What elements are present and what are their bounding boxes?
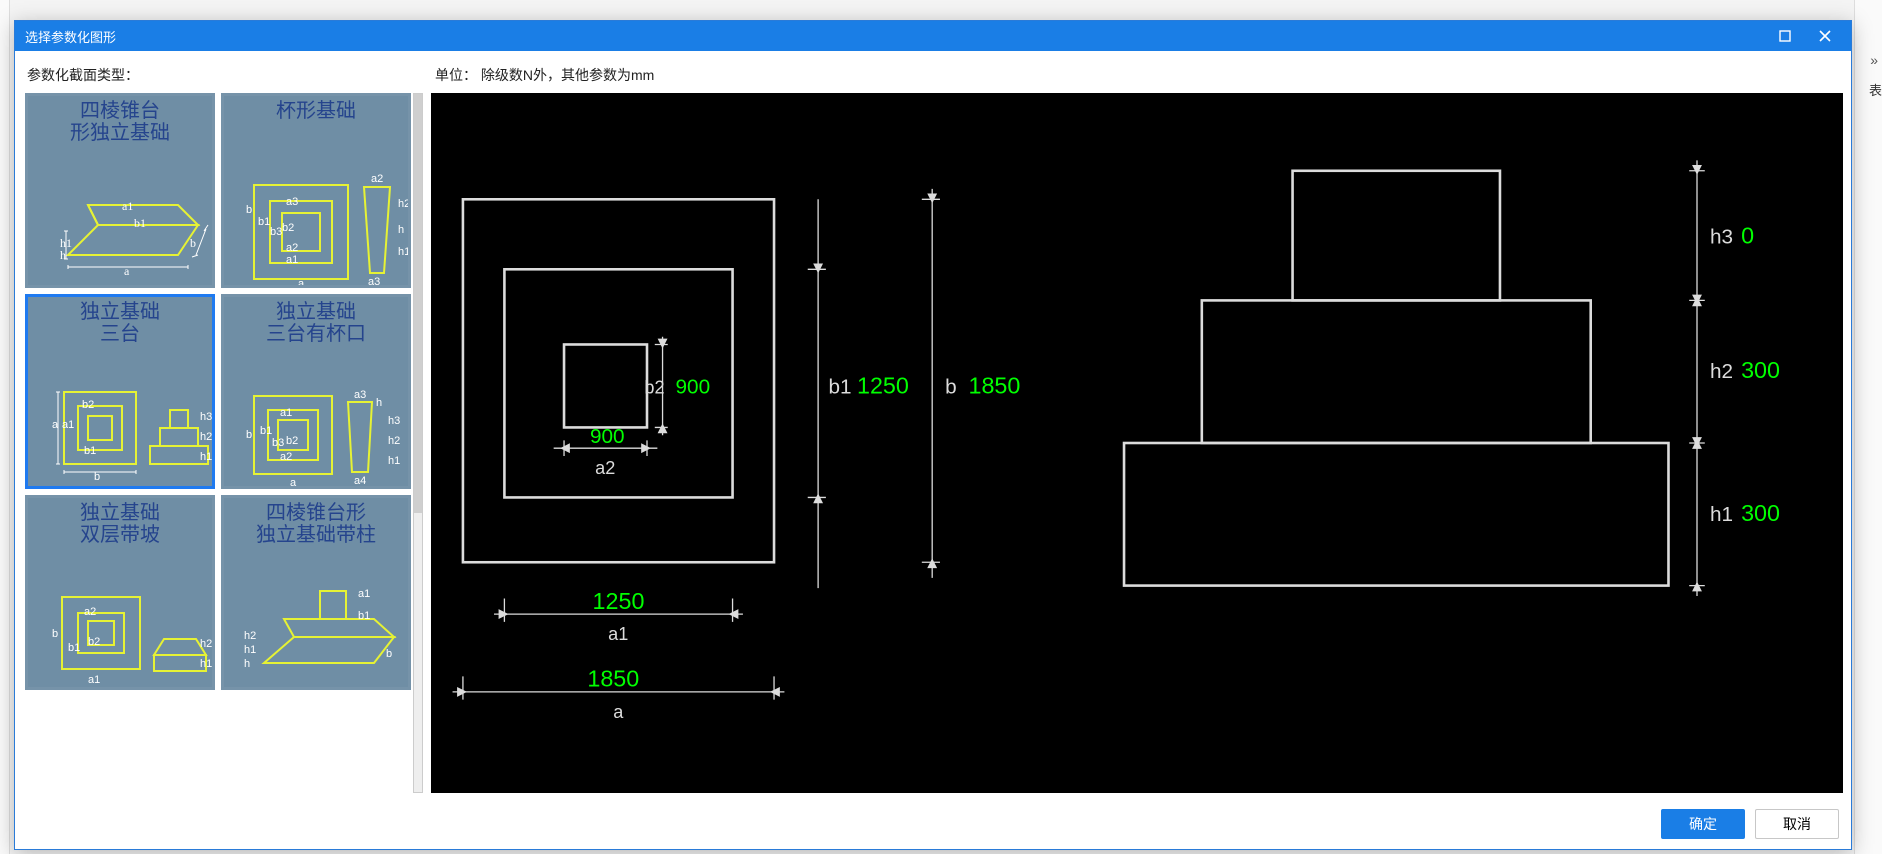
svg-text:b2: b2	[82, 399, 94, 411]
svg-text:a3: a3	[354, 389, 366, 401]
svg-text:h2: h2	[388, 435, 400, 447]
svg-text:a1: a1	[286, 254, 298, 266]
svg-text:h3: h3	[200, 411, 212, 423]
ok-button[interactable]: 确定	[1661, 809, 1745, 839]
thumb-caption: 四棱锥台 形独立基础	[28, 96, 212, 144]
svg-text:b1: b1	[84, 445, 96, 457]
host-right-tab-label[interactable]: 表	[1869, 80, 1882, 99]
svg-text:a2: a2	[286, 242, 298, 254]
host-tabs-scroll-right-icon[interactable]: »	[1870, 52, 1878, 68]
section-type-label: 参数化截面类型：	[27, 65, 435, 85]
svg-text:b: b	[246, 429, 252, 441]
svg-text:b2: b2	[286, 435, 298, 447]
svg-text:a3: a3	[286, 196, 298, 208]
diagram-value-a2inner[interactable]: 900	[590, 425, 625, 448]
svg-text:b: b	[246, 204, 252, 216]
svg-text:a1: a1	[122, 199, 133, 213]
svg-text:h1: h1	[200, 451, 212, 463]
svg-text:h1: h1	[398, 246, 410, 258]
maximize-button[interactable]	[1765, 21, 1805, 51]
svg-text:a1: a1	[280, 407, 292, 419]
thumb-caption: 独立基础 三台	[28, 297, 212, 345]
diagram-label-h2: h2	[1710, 360, 1733, 383]
svg-text:h2: h2	[200, 431, 212, 443]
gallery-scrollbar-thumb[interactable]	[414, 94, 422, 513]
diagram-value-b1[interactable]: 1250	[857, 373, 909, 399]
svg-text:a1: a1	[88, 674, 100, 686]
svg-text:b2: b2	[282, 222, 294, 234]
diagram-preview: 900 a2 b2 900 b1 1250	[431, 93, 1843, 793]
svg-text:b1: b1	[68, 642, 80, 654]
thumb-caption: 独立基础 三台有杯口	[224, 297, 408, 345]
svg-text:b: b	[190, 236, 196, 250]
diagram-label-a2: a2	[595, 458, 615, 478]
svg-text:b1: b1	[260, 425, 272, 437]
svg-text:h2: h2	[398, 198, 410, 210]
svg-text:a4: a4	[354, 475, 366, 486]
svg-text:h1: h1	[200, 658, 212, 670]
thumb-pyramid-frustum[interactable]: 四棱锥台 形独立基础 a1b1 h1h b a	[25, 93, 215, 288]
unit-label: 单位： 除级数N外，其他参数为mm	[435, 65, 654, 85]
thumb-cup[interactable]: 杯形基础 a2 h2 h h1 a3	[221, 93, 411, 288]
diagram-label-a: a	[613, 702, 624, 722]
thumb-triple-step[interactable]: 独立基础 三台 aa1	[25, 294, 215, 489]
diagram-svg: 900 a2 b2 900 b1 1250	[431, 93, 1843, 793]
svg-text:a1: a1	[62, 419, 74, 431]
diagram-value-h1[interactable]: 300	[1741, 500, 1780, 526]
diagram-label-a1: a1	[608, 624, 628, 644]
svg-text:a2: a2	[84, 606, 96, 618]
dialog-title: 选择参数化图形	[25, 27, 1765, 46]
svg-text:a: a	[290, 477, 297, 486]
svg-text:h: h	[60, 248, 66, 262]
diagram-value-a1[interactable]: 1250	[593, 588, 645, 614]
svg-text:b3: b3	[270, 226, 282, 238]
parametric-shape-dialog: 选择参数化图形 参数化截面类型： 单位： 除级数N外，其他参数为mm 四棱锥台 …	[14, 20, 1852, 850]
dialog-titlebar: 选择参数化图形	[15, 21, 1851, 51]
svg-text:h2: h2	[244, 630, 256, 642]
diagram-value-b[interactable]: 1850	[968, 373, 1020, 399]
thumb-caption: 四棱锥台形 独立基础带柱	[224, 498, 408, 546]
thumb-double-slope[interactable]: 独立基础 双层带坡 b b1 b2 a2	[25, 495, 215, 690]
svg-text:a1: a1	[358, 588, 370, 600]
svg-text:h: h	[398, 224, 404, 236]
svg-text:b1: b1	[358, 610, 370, 622]
diagram-value-h2[interactable]: 300	[1741, 357, 1780, 383]
diagram-label-b1: b1	[828, 376, 851, 399]
svg-text:h: h	[376, 397, 382, 409]
svg-text:h3: h3	[388, 415, 400, 427]
diagram-label-h3: h3	[1710, 225, 1733, 248]
svg-text:b: b	[94, 471, 100, 483]
svg-text:b3: b3	[272, 437, 284, 449]
svg-text:a2: a2	[371, 173, 383, 185]
thumb-caption: 独立基础 双层带坡	[28, 498, 212, 546]
svg-text:h1: h1	[388, 455, 400, 467]
svg-text:h: h	[244, 658, 250, 670]
close-button[interactable]	[1805, 21, 1845, 51]
thumb-pyramid-column[interactable]: 四棱锥台形 独立基础带柱 a1 b1 h2 h1 h b	[221, 495, 411, 690]
thumb-triple-step-cup[interactable]: 独立基础 三台有杯口 a3a4 hh3h2h1 bb	[221, 294, 411, 489]
diagram-value-a[interactable]: 1850	[587, 666, 639, 692]
svg-text:h1: h1	[244, 644, 256, 656]
svg-text:b: b	[386, 648, 392, 660]
cancel-button[interactable]: 取消	[1755, 809, 1839, 839]
dialog-actions: 确定 取消	[15, 801, 1851, 849]
svg-text:b2: b2	[88, 636, 100, 648]
diagram-value-h3[interactable]: 0	[1741, 222, 1754, 248]
diagram-label-b: b	[945, 376, 957, 399]
svg-text:a3: a3	[368, 276, 380, 285]
svg-text:a: a	[124, 264, 130, 278]
thumbnail-gallery: 四棱锥台 形独立基础 a1b1 h1h b a	[25, 93, 411, 793]
svg-text:a: a	[298, 278, 305, 285]
diagram-label-b2: b2	[644, 378, 664, 398]
svg-text:b: b	[52, 628, 58, 640]
svg-text:b1: b1	[258, 216, 270, 228]
svg-text:b1: b1	[134, 216, 146, 230]
gallery-scrollbar[interactable]	[413, 93, 423, 793]
svg-text:h2: h2	[200, 638, 212, 650]
diagram-value-b2[interactable]: 900	[676, 376, 711, 399]
diagram-label-h1: h1	[1710, 503, 1733, 526]
thumb-caption: 杯形基础	[224, 96, 408, 122]
svg-text:a2: a2	[280, 451, 292, 463]
